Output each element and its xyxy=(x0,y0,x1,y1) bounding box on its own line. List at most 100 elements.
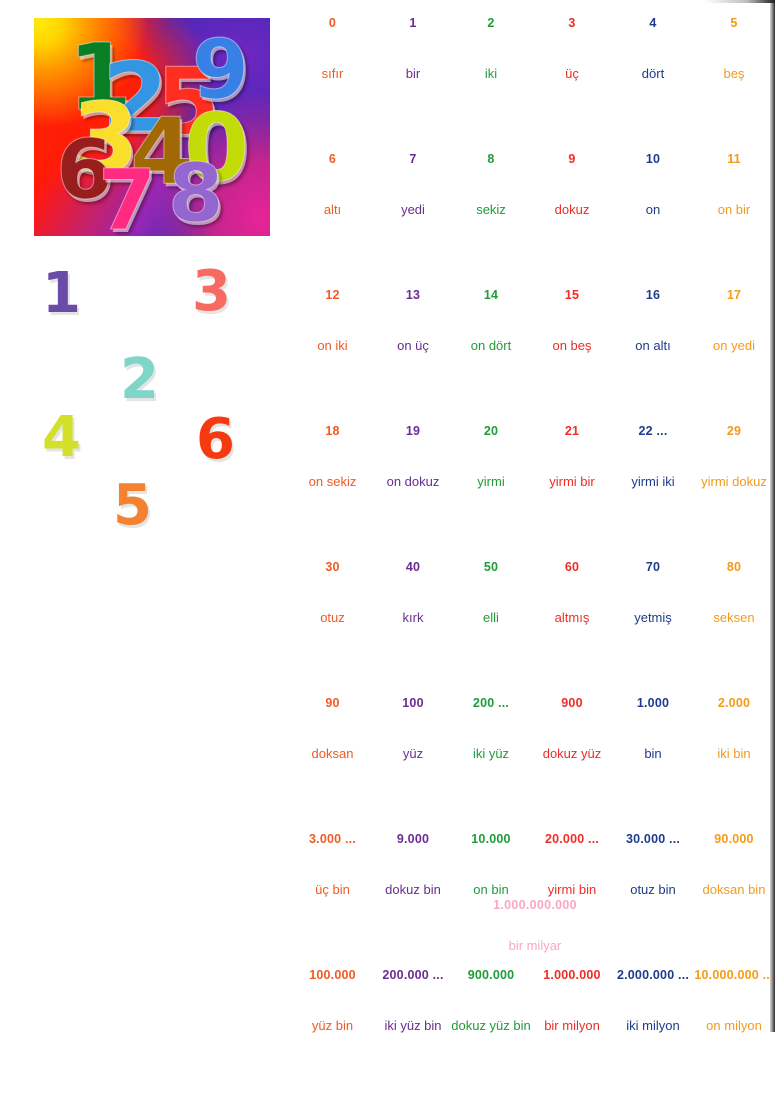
numeral-cell: 22 ... xyxy=(638,424,668,438)
numeral-cell: 15 xyxy=(564,288,580,302)
table-row: yüz bin iki yüz bin dokuz yüz bin bir milyo… xyxy=(290,1018,762,1033)
word-cell: üç xyxy=(565,66,579,81)
numeral-cell: 8 xyxy=(487,152,495,166)
numeral-cell: 80 xyxy=(726,560,742,574)
numeral-cell: 11 xyxy=(727,152,741,166)
numeral-cell: 0 xyxy=(328,16,337,30)
numeral-cell: 3 xyxy=(568,16,576,30)
table-row: otuz kırk elli altmış yetmiş seksen xyxy=(290,610,760,625)
numeral-cell: 2.000.000 ... xyxy=(616,968,690,982)
word-cell: dört xyxy=(641,66,665,81)
numeral-cell: 4 xyxy=(649,16,657,30)
table-row: 30 40 50 60 70 80 xyxy=(290,560,760,574)
row-spacer xyxy=(290,982,760,1018)
word-cell: otuz xyxy=(320,610,345,625)
word-cell: iki xyxy=(484,66,498,81)
numeral-cell: 9 xyxy=(568,152,576,166)
numeral-cell: 10.000 xyxy=(471,832,511,846)
row-spacer xyxy=(290,710,760,746)
row-spacer xyxy=(290,625,760,696)
word-cell: on bir xyxy=(717,202,751,217)
row-spacer xyxy=(290,353,760,424)
numeral-cell: 2 xyxy=(487,16,495,30)
word-cell: yirmi iki xyxy=(631,474,675,489)
table-row: doksan yüz iki yüz dokuz yüz bin iki bin xyxy=(290,746,760,761)
numeral-cell: 14 xyxy=(483,288,499,302)
final-number-block: 1.000.000.000 bir milyar xyxy=(440,898,630,953)
table-row: 0 1 2 3 4 5 xyxy=(290,16,760,30)
word-cell: on sekiz xyxy=(308,474,357,489)
row-spacer xyxy=(290,846,760,882)
numeral-cell: 29 xyxy=(726,424,742,438)
word-cell: sıfır xyxy=(321,66,344,81)
row-spacer xyxy=(290,81,760,152)
numeral-cell: 60 xyxy=(564,560,580,574)
word-cell: doksan bin xyxy=(702,882,766,897)
numeral-cell: 17 xyxy=(726,288,742,302)
word-cell: on altı xyxy=(635,338,671,353)
numeral-cell: 1.000.000 xyxy=(543,968,601,982)
scattered-numeral-2: 2 xyxy=(120,347,159,412)
numeral-cell: 16 xyxy=(645,288,661,302)
word-cell: yedi xyxy=(401,202,425,217)
numeral-cell: 20.000 ... xyxy=(544,832,600,846)
table-row: sıfır bir iki üç dört beş xyxy=(290,66,760,81)
collage-digit-8: 8 xyxy=(168,147,225,236)
word-cell: kırk xyxy=(402,610,424,625)
numeral-cell: 200.000 ... xyxy=(382,968,444,982)
final-word: bir milyar xyxy=(508,938,562,953)
word-cell: yetmiş xyxy=(634,610,672,625)
scan-edge-artifact-top xyxy=(705,0,775,3)
word-cell: elli xyxy=(483,610,499,625)
scattered-numeral-6: 6 xyxy=(196,407,235,472)
word-cell: iki yüz xyxy=(472,746,510,761)
word-cell: iki bin xyxy=(717,746,751,761)
collage-digit-7: 7 xyxy=(97,151,157,237)
row-spacer xyxy=(290,489,760,560)
word-cell: yirmi dokuz xyxy=(701,474,767,489)
word-cell: on üç xyxy=(397,338,429,353)
table-row: 90 100 200 ... 900 1.000 2.000 xyxy=(290,696,760,710)
word-cell: iki yüz bin xyxy=(384,1018,442,1033)
scattered-numeral-4: 4 xyxy=(42,405,81,470)
word-cell: yüz xyxy=(402,746,424,761)
numeral-cell: 1.000 xyxy=(636,696,670,710)
numbers-collage-image: 1 2 5 9 3 4 0 6 7 8 xyxy=(34,18,270,236)
table-row: 100.000 200.000 ... 900.000 1.000.000 2.000.… xyxy=(290,968,773,982)
word-cell: yirmi bir xyxy=(549,474,595,489)
word-cell: yirmi bin xyxy=(547,882,597,897)
word-cell: altı xyxy=(323,202,342,217)
word-cell: beş xyxy=(723,66,745,81)
numeral-cell: 7 xyxy=(409,152,417,166)
word-cell: doksan xyxy=(311,746,354,761)
numeral-cell: 9.000 xyxy=(396,832,430,846)
numeral-cell: 100.000 xyxy=(309,968,356,982)
row-spacer xyxy=(290,574,760,610)
row-spacer xyxy=(290,438,760,474)
numeral-cell: 20 xyxy=(483,424,499,438)
row-spacer xyxy=(290,217,760,288)
row-spacer xyxy=(290,761,760,832)
numeral-cell: 6 xyxy=(328,152,337,166)
numeral-cell: 90 xyxy=(325,696,340,710)
numeral-cell: 5 xyxy=(730,16,738,30)
numeral-cell: 10.000.000 ... xyxy=(694,968,774,982)
word-cell: dokuz yüz xyxy=(542,746,602,761)
word-cell: on dokuz xyxy=(386,474,440,489)
word-cell: bir milyon xyxy=(544,1018,600,1033)
numeral-cell: 3.000 ... xyxy=(309,832,356,846)
word-cell: bin xyxy=(644,746,662,761)
table-row: 3.000 ... 9.000 10.000 20.000 ... 30.000 ...… xyxy=(290,832,760,846)
table-row: altı yedi sekiz dokuz on on bir xyxy=(290,202,760,217)
word-cell: iki milyon xyxy=(626,1018,680,1033)
word-cell: on milyon xyxy=(706,1018,762,1033)
numeral-cell: 40 xyxy=(405,560,421,574)
table-row: 12 13 14 15 16 17 xyxy=(290,288,760,302)
row-spacer xyxy=(290,166,760,202)
row-spacer xyxy=(290,302,760,338)
numeral-cell: 21 xyxy=(564,424,580,438)
word-cell: on iki xyxy=(317,338,348,353)
word-cell: on yedi xyxy=(713,338,755,353)
word-cell: on dört xyxy=(470,338,512,353)
numeral-cell: 900 xyxy=(561,696,583,710)
